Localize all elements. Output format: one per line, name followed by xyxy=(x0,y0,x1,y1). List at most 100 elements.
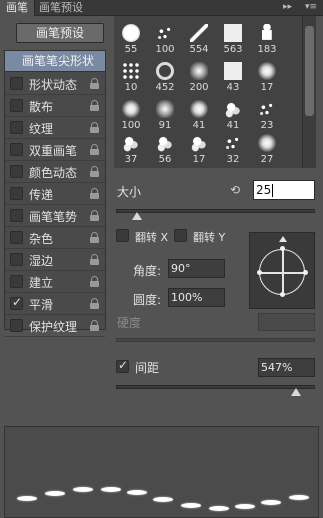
roundness-handle[interactable] xyxy=(280,292,285,297)
lock-icon[interactable] xyxy=(90,122,99,133)
soft-round-brush-icon xyxy=(258,134,276,152)
spacing-label: 间距 xyxy=(135,361,160,375)
size-slider-knob[interactable] xyxy=(131,212,142,220)
direction-arrow-icon xyxy=(279,236,287,242)
lock-icon[interactable] xyxy=(90,320,99,331)
square-brush-icon xyxy=(224,62,242,80)
leaf-brush-icon xyxy=(190,134,208,152)
angle-handle[interactable] xyxy=(257,270,262,275)
lock-icon[interactable] xyxy=(90,188,99,199)
hardness-field xyxy=(258,313,315,331)
angle-handle[interactable] xyxy=(303,270,308,275)
round-brush-icon xyxy=(122,24,140,42)
stroke-brush-icon xyxy=(190,24,208,42)
stroke-preview xyxy=(4,426,319,518)
lock-icon[interactable] xyxy=(90,254,99,265)
option-texture[interactable]: 纹理 xyxy=(5,117,105,139)
brush-pose-checkbox[interactable] xyxy=(10,209,23,222)
panel-menu-icon[interactable]: ▾≡ xyxy=(305,2,317,12)
option-label: 颜色动态 xyxy=(29,166,78,180)
color-dynamics-checkbox[interactable] xyxy=(10,165,23,178)
spacing-checkbox[interactable] xyxy=(116,358,129,373)
option-label: 画笔笔势 xyxy=(29,210,78,224)
soft-brush-icon xyxy=(190,62,208,80)
square-brush-icon xyxy=(224,24,242,42)
brush-options-list: 画笔笔尖形状 形状动态 散布 纹理 双重画笔 颜色动态 传递 画笔笔势 杂色 湿… xyxy=(4,50,106,337)
option-label: 平滑 xyxy=(29,298,54,312)
noise-checkbox[interactable] xyxy=(10,231,23,244)
option-label: 纹理 xyxy=(29,122,54,136)
option-label: 双重画笔 xyxy=(29,144,78,158)
dual-brush-checkbox[interactable] xyxy=(10,143,23,156)
hardness-slider xyxy=(116,338,315,342)
option-smoothing[interactable]: 平滑 xyxy=(5,293,105,315)
spacing-slider-knob[interactable] xyxy=(291,388,302,396)
scattering-checkbox[interactable] xyxy=(10,99,23,112)
roundness-handle[interactable] xyxy=(280,246,285,251)
lock-icon[interactable] xyxy=(90,100,99,111)
lock-icon[interactable] xyxy=(90,232,99,243)
build-up-checkbox[interactable] xyxy=(10,275,23,288)
spacing-field[interactable]: 547% xyxy=(258,358,315,377)
transfer-checkbox[interactable] xyxy=(10,187,23,200)
flip-x-checkbox[interactable] xyxy=(116,229,129,242)
option-wet-edges[interactable]: 湿边 xyxy=(5,249,105,271)
wet-edges-checkbox[interactable] xyxy=(10,253,23,266)
protect-texture-checkbox[interactable] xyxy=(10,319,23,332)
size-input[interactable]: 25 xyxy=(253,180,315,200)
leaf-brush-icon xyxy=(122,134,140,152)
soft-brush-icon xyxy=(156,100,174,118)
option-label: 湿边 xyxy=(29,254,54,268)
lock-icon[interactable] xyxy=(90,144,99,155)
option-dual-brush[interactable]: 双重画笔 xyxy=(5,139,105,161)
figure-brush-icon xyxy=(260,24,274,42)
brush-tip-grid[interactable]: 55 100 554 563 183 10 452 200 43 17 100 … xyxy=(114,16,302,168)
option-label: 保护纹理 xyxy=(29,320,78,334)
speckle-brush-icon xyxy=(258,100,276,118)
option-label: 传递 xyxy=(29,188,54,202)
option-noise[interactable]: 杂色 xyxy=(5,227,105,249)
option-label: 形状动态 xyxy=(29,78,78,92)
size-slider[interactable] xyxy=(116,209,315,220)
lock-icon[interactable] xyxy=(90,298,99,309)
lock-icon[interactable] xyxy=(90,166,99,177)
tab-brush[interactable]: 画笔 xyxy=(0,0,35,16)
texture-checkbox[interactable] xyxy=(10,121,23,134)
option-shape-dynamics[interactable]: 形状动态 xyxy=(5,73,105,95)
option-transfer[interactable]: 传递 xyxy=(5,183,105,205)
brush-dab xyxy=(73,487,93,492)
option-brush-pose[interactable]: 画笔笔势 xyxy=(5,205,105,227)
brush-dab xyxy=(235,504,255,509)
option-scattering[interactable]: 散布 xyxy=(5,95,105,117)
option-color-dynamics[interactable]: 颜色动态 xyxy=(5,161,105,183)
angle-roundness-widget[interactable] xyxy=(249,232,315,309)
lock-icon[interactable] xyxy=(90,276,99,287)
brush-dab xyxy=(209,506,229,511)
reset-size-icon[interactable]: ⟲ xyxy=(230,184,243,197)
scrollbar-thumb[interactable] xyxy=(305,26,314,116)
smoothing-checkbox[interactable] xyxy=(10,295,23,310)
speckle-brush-icon xyxy=(224,134,242,152)
collapse-icon[interactable]: ▸▸ xyxy=(283,2,292,12)
lock-icon[interactable] xyxy=(90,210,99,221)
option-build-up[interactable]: 建立 xyxy=(5,271,105,293)
angle-field[interactable]: 90° xyxy=(168,259,225,278)
soft-round-brush-icon xyxy=(258,62,276,80)
flip-y-checkbox[interactable] xyxy=(174,229,187,242)
ring-brush-icon xyxy=(156,62,174,80)
brush-dab xyxy=(17,496,37,501)
brush-dab xyxy=(261,500,281,505)
tab-brush-presets[interactable]: 画笔预设 xyxy=(33,0,89,16)
shape-dynamics-checkbox[interactable] xyxy=(10,77,23,90)
spacing-slider[interactable] xyxy=(116,385,315,396)
leaf-brush-icon xyxy=(224,100,242,118)
brush-presets-button[interactable]: 画笔预设 xyxy=(16,23,104,43)
brush-dab xyxy=(127,490,147,495)
brush-dab xyxy=(181,503,201,508)
option-protect-texture[interactable]: 保护纹理 xyxy=(5,315,105,337)
brush-tip-shape-item[interactable]: 画笔笔尖形状 xyxy=(5,51,105,72)
roundness-field[interactable]: 100% xyxy=(168,288,225,307)
brush-grid-scrollbar[interactable] xyxy=(302,16,316,168)
lock-icon[interactable] xyxy=(90,78,99,89)
text-caret xyxy=(272,184,274,197)
